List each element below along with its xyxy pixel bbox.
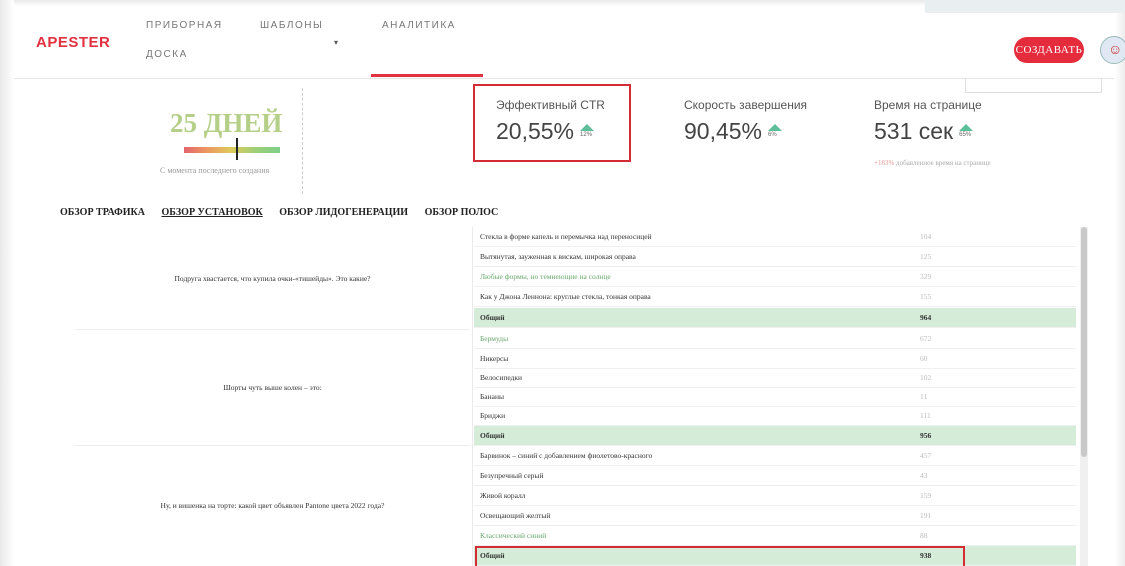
answer-count: 43: [920, 471, 928, 480]
answer-count: 191: [920, 511, 932, 520]
scrollbar-thumb[interactable]: [1081, 227, 1087, 457]
table-row: Безупречный серый 43: [474, 466, 1076, 486]
total-label: Общий: [480, 431, 505, 440]
total-label: Общий: [480, 313, 505, 322]
answer-text: Освещающий желтый: [480, 511, 551, 520]
added-time-note: +183% добавленное время на странице: [874, 159, 991, 167]
table-row: Как у Джона Леннона: круглые стекла, тон…: [474, 287, 1076, 307]
answer-text: Вытянутая, зауженная к вискам, широкая о…: [480, 252, 636, 261]
answer-text: Как у Джона Леннона: круглые стекла, тон…: [480, 292, 651, 301]
answer-text: Никерсы: [480, 354, 509, 363]
answer-text: Любые формы, но темнеющие на солнце: [480, 272, 611, 281]
table-row: Любые формы, но темнеющие на солнце 329: [474, 267, 1076, 287]
stats-panel: 25 ДНЕЙ С момента последнего создания Эф…: [14, 80, 1114, 204]
chevron-down-icon: ▾: [334, 38, 340, 47]
answer-text: Стекла в форме капель и перемычка над пе…: [480, 232, 652, 241]
table-row: Никерсы 60: [474, 349, 1076, 369]
answer-count: 672: [920, 334, 932, 343]
answer-count: 159: [920, 491, 932, 500]
metric-completion-change: 6%: [768, 131, 777, 138]
avatar[interactable]: ☺: [1100, 36, 1125, 64]
answer-text: Велосипедки: [480, 373, 523, 382]
answer-text: Безупречный серый: [480, 471, 544, 480]
answer-count: 125: [920, 252, 932, 261]
left-shadow: [0, 0, 14, 566]
nav-templates[interactable]: ШАБЛОНЫ ▾: [260, 20, 338, 47]
answer-text: Бананы: [480, 392, 505, 401]
overview-tabs: ОБЗОР ТРАФИКА ОБЗОР УСТАНОВОК ОБЗОР ЛИДО…: [60, 207, 512, 218]
answer-text: Живой коралл: [480, 491, 526, 500]
nav-dashboard[interactable]: ПРИБОРНАЯ ДОСКА: [146, 20, 223, 60]
total-count: 964: [920, 313, 932, 322]
metric-time-label: Время на странице: [874, 98, 982, 112]
app-window: APESTER ПРИБОРНАЯ ДОСКА ШАБЛОНЫ ▾ АНАЛИТ…: [0, 0, 1125, 566]
highlight-box-ctr: [473, 84, 631, 162]
answer-count: 111: [920, 411, 931, 420]
nav-templates-label: ШАБЛОНЫ: [260, 20, 324, 31]
scrollbar[interactable]: [1080, 227, 1088, 566]
table-row: Бриджи 111: [474, 406, 1076, 426]
added-time-pct: +183%: [874, 159, 895, 167]
tab-traffic[interactable]: ОБЗОР ТРАФИКА: [60, 207, 145, 218]
nav-analytics[interactable]: АНАЛИТИКА: [382, 20, 456, 31]
table-row: Бермуды 672: [474, 329, 1076, 349]
arrow-up-icon: 65%: [959, 123, 974, 142]
user-icon: ☺: [1108, 41, 1123, 57]
table-row: Барвинок – синий с добавлением фиолетово…: [474, 446, 1076, 466]
metric-time-value: 531 сек: [874, 118, 954, 144]
freshness-gauge: [184, 147, 280, 153]
metric-completion-value: 90,45%: [684, 118, 763, 144]
divider: [302, 88, 303, 194]
answer-text: Бриджи: [480, 411, 506, 420]
nav-dashboard-label-2: ДОСКА: [146, 49, 188, 60]
answer-count: 60: [920, 354, 928, 363]
tab-leadgen[interactable]: ОБЗОР ЛИДОГЕНЕРАЦИИ: [279, 207, 408, 218]
metric-time: Время на странице 531 сек 65%: [874, 98, 982, 145]
table-row: Велосипедки 102: [474, 368, 1076, 388]
answer-text: Барвинок – синий с добавлением фиолетово…: [480, 451, 653, 460]
total-row: Общий 956: [474, 426, 1076, 446]
create-button[interactable]: СОЗДАВАТЬ: [1014, 37, 1084, 63]
table-row: Вытянутая, зауженная к вискам, широкая о…: [474, 247, 1076, 267]
answer-count: 457: [920, 451, 932, 460]
metric-completion: Скорость завершения 90,45% 6%: [684, 98, 807, 145]
nav-analytics-label: АНАЛИТИКА: [382, 20, 456, 31]
answer-count: 329: [920, 272, 932, 281]
tab-installs[interactable]: ОБЗОР УСТАНОВОК: [162, 207, 263, 218]
since-label: С момента последнего создания: [160, 166, 270, 175]
total-row: Общий 964: [474, 308, 1076, 328]
answer-count: 102: [920, 373, 932, 382]
table-row: Стекла в форме капель и перемычка над пе…: [474, 227, 1076, 247]
metric-completion-label: Скорость завершения: [684, 98, 808, 112]
answer-text: Классический синий: [480, 531, 547, 540]
days-counter: 25 ДНЕЙ: [170, 108, 283, 138]
answer-text: Бермуды: [480, 334, 509, 343]
gauge-needle: [236, 138, 238, 160]
answer-count: 11: [920, 392, 928, 401]
tab-strips[interactable]: ОБЗОР ПОЛОС: [425, 207, 499, 218]
column-divider: [472, 227, 473, 566]
answers-table: Подруга хвастается, что купила очки-«тиш…: [75, 227, 1088, 566]
question-cell: Шорты чуть выше колен – это:: [75, 329, 470, 446]
arrow-up-icon: 6%: [768, 123, 783, 142]
table-row: Освещающий желтый 191: [474, 506, 1076, 526]
answer-count: 155: [920, 292, 932, 301]
top-header: APESTER ПРИБОРНАЯ ДОСКА ШАБЛОНЫ ▾ АНАЛИТ…: [14, 6, 1125, 79]
highlight-box-total: [475, 546, 965, 566]
question-cell: Подруга хвастается, что купила очки-«тиш…: [75, 227, 470, 330]
table-row: Классический синий 88: [474, 526, 1076, 546]
answer-count: 104: [920, 232, 932, 241]
metric-time-change: 65%: [959, 131, 972, 138]
nav-dashboard-label-1: ПРИБОРНАЯ: [146, 20, 223, 31]
table-row: Бананы 11: [474, 387, 1076, 407]
active-nav-indicator: [371, 74, 483, 77]
total-count: 956: [920, 431, 932, 440]
right-shadow: [1115, 0, 1125, 566]
apester-logo[interactable]: APESTER: [36, 34, 110, 51]
answer-count: 88: [920, 531, 928, 540]
added-time-text: добавленное время на странице: [894, 159, 991, 167]
question-cell: Ну, и вишенка на торте: какой цвет объяв…: [75, 445, 470, 566]
table-row: Живой коралл 159: [474, 486, 1076, 506]
